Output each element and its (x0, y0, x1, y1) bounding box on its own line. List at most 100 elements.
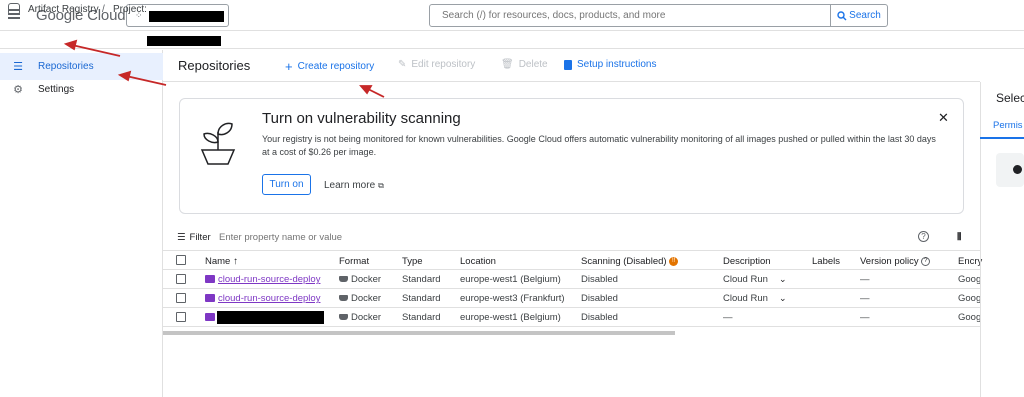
redacted-project-name (149, 11, 224, 22)
search-input[interactable] (430, 5, 830, 26)
setup-instructions-label: Setup instructions (577, 59, 657, 70)
chevron-down-icon[interactable]: ⌄ (779, 293, 787, 304)
help-icon[interactable]: ? (918, 231, 929, 242)
docker-icon (339, 276, 348, 283)
repo-format: Docker (339, 274, 381, 285)
repo-scanning: Disabled (581, 312, 618, 323)
repo-version-policy: — (860, 274, 870, 285)
list-icon: ☰ (13, 61, 23, 73)
help-icon: ? (921, 256, 931, 266)
turn-on-button[interactable]: Turn on (262, 174, 311, 195)
edit-repository-label: Edit repository (411, 59, 476, 70)
sidebar-item-settings[interactable]: ⚙ Settings (0, 76, 163, 103)
search-button-label: Search (849, 10, 881, 21)
tab-permissions[interactable]: Permis (993, 120, 1023, 131)
warning-icon: !! (669, 256, 679, 266)
row-checkbox[interactable] (176, 312, 186, 322)
horizontal-scrollbar[interactable] (163, 331, 675, 335)
plant-icon (200, 122, 236, 165)
column-display-icon[interactable]: ⦀ (957, 232, 961, 243)
repo-location: europe-west1 (Belgium) (460, 274, 561, 285)
artifact-registry-icon (8, 3, 20, 15)
filter-label: Filter (189, 232, 211, 243)
filter-input[interactable] (219, 230, 519, 244)
redacted-project-id (147, 36, 221, 46)
column-header-location[interactable]: Location (460, 256, 496, 267)
column-header-scanning[interactable]: Scanning (Disabled) !! (581, 256, 679, 267)
learn-more-link[interactable]: Learn more ⧉ (324, 180, 384, 191)
column-header-description[interactable]: Description (723, 256, 771, 267)
filter-icon: ☰ (177, 232, 186, 243)
repo-encryption: Goog (958, 293, 982, 304)
sidebar-item-label: Settings (38, 84, 75, 95)
column-header-type[interactable]: Type (402, 256, 423, 267)
folder-icon (205, 313, 215, 321)
table-row[interactable]: Docker Standard europe-west1 (Belgium) D… (163, 308, 982, 327)
breadcrumb-separator: / (102, 4, 105, 15)
page-title: Repositories (178, 58, 251, 73)
select-all-checkbox[interactable] (176, 255, 186, 265)
repo-scanning: Disabled (581, 293, 618, 304)
annotation-arrow (365, 87, 385, 98)
column-header-encryption[interactable]: Encry (958, 256, 982, 267)
repo-format: Docker (339, 293, 381, 304)
chevron-down-icon[interactable]: ⌄ (779, 274, 787, 285)
banner-title: Turn on vulnerability scanning (262, 110, 461, 127)
sidebar-item-label: Repositories (38, 61, 94, 72)
column-header-version-policy[interactable]: Version policy ? (860, 256, 931, 267)
repo-name-link[interactable]: cloud-run-source-deploy (218, 293, 320, 304)
table-header: Name ↑ Format Type Location Scanning (Di… (163, 250, 982, 270)
repo-description: — (723, 312, 733, 323)
doc-icon (564, 59, 572, 70)
tab-underline (980, 137, 1024, 139)
delete-button[interactable]: 🗑 Delete (501, 59, 548, 70)
pencil-icon: ✎ (398, 59, 407, 70)
banner-text: Your registry is not being monitored for… (262, 134, 936, 157)
close-icon[interactable]: ✕ (938, 110, 949, 126)
repo-name-link[interactable]: cloud-run-source-deploy (218, 274, 320, 285)
gear-icon: ⚙ (13, 84, 23, 96)
column-header-labels[interactable]: Labels (812, 256, 840, 267)
repo-format: Docker (339, 312, 381, 323)
repo-location: europe-west3 (Frankfurt) (460, 293, 565, 304)
repo-type: Standard (402, 293, 441, 304)
edit-repository-button[interactable]: ✎ Edit repository (398, 59, 475, 70)
redacted-repo-name (217, 311, 324, 324)
search-bar[interactable] (429, 4, 831, 27)
repo-type: Standard (402, 312, 441, 323)
plus-icon: + (285, 59, 293, 74)
repo-version-policy: — (860, 312, 870, 323)
search-button[interactable]: Search (830, 4, 888, 27)
info-panel-title: Selec (996, 91, 1024, 105)
column-header-name[interactable]: Name ↑ (205, 256, 238, 267)
breadcrumb-project-label: Project: (113, 4, 147, 15)
create-repository-button[interactable]: + Create repository (285, 59, 374, 74)
docker-icon (339, 295, 348, 302)
repo-scanning: Disabled (581, 274, 618, 285)
repo-encryption: Goog (958, 274, 982, 285)
learn-more-label: Learn more (324, 180, 376, 191)
row-checkbox[interactable] (176, 274, 186, 284)
table-row[interactable]: cloud-run-source-deploy Docker Standard … (163, 289, 982, 308)
info-icon (1013, 165, 1022, 174)
setup-instructions-button[interactable]: Setup instructions (564, 59, 657, 70)
create-repository-label: Create repository (297, 61, 375, 72)
annotation-arrowhead (359, 85, 373, 95)
table-row[interactable]: cloud-run-source-deploy Docker Standard … (163, 270, 982, 289)
repo-description: Cloud Run (723, 274, 768, 285)
filter-button[interactable]: ☰ Filter (177, 232, 211, 243)
column-header-format[interactable]: Format (339, 256, 369, 267)
repo-version-policy: — (860, 293, 870, 304)
docker-icon (339, 314, 348, 321)
repo-description: Cloud Run (723, 293, 768, 304)
folder-icon (205, 294, 215, 302)
repo-encryption: Goog (958, 312, 982, 323)
row-checkbox[interactable] (176, 293, 186, 303)
repositories-table: Name ↑ Format Type Location Scanning (Di… (163, 250, 982, 330)
repo-type: Standard (402, 274, 441, 285)
breadcrumb-product[interactable]: Artifact Registry (28, 4, 99, 15)
trash-icon: 🗑 (501, 59, 514, 70)
search-icon (837, 10, 847, 20)
repo-location: europe-west1 (Belgium) (460, 312, 561, 323)
folder-icon (205, 275, 215, 283)
